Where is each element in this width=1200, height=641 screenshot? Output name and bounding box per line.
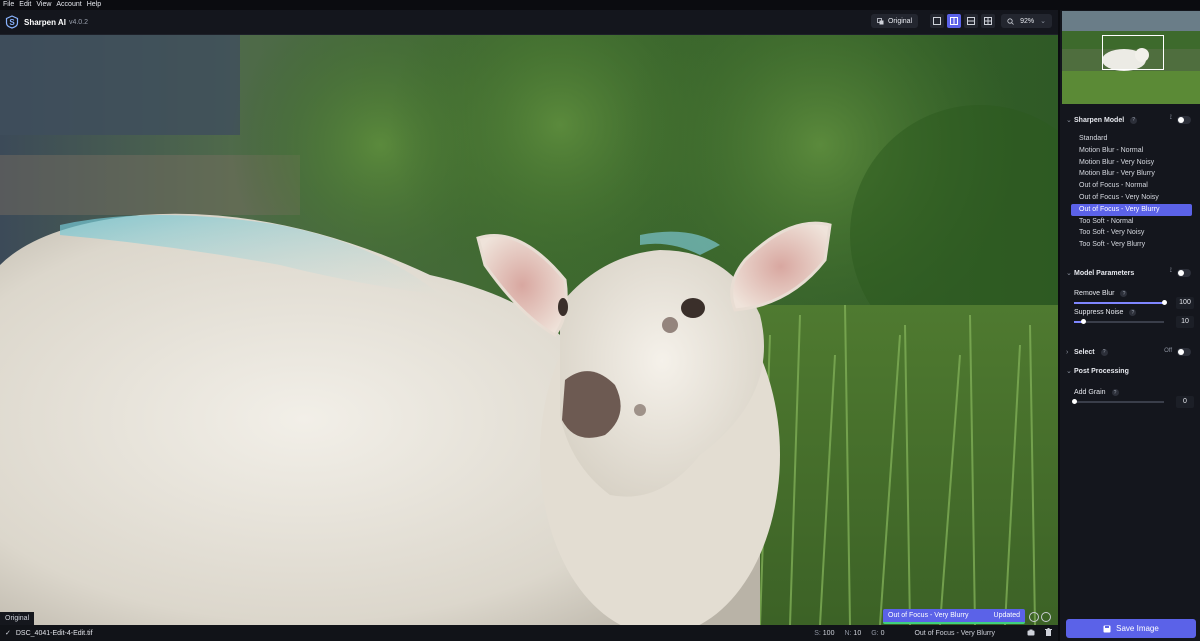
status-state: Updated bbox=[993, 612, 1020, 619]
preview-status-chip: Out of Focus - Very Blurry Updated bbox=[883, 609, 1025, 624]
sharpen-model-toggle[interactable] bbox=[1177, 116, 1191, 124]
model-parameters-header[interactable]: ⌄ Model Parameters ⟟ bbox=[1066, 267, 1194, 279]
original-button-label: Original bbox=[887, 17, 913, 25]
menu-file[interactable]: File bbox=[3, 0, 19, 10]
select-state: Off bbox=[1164, 348, 1172, 354]
model-option-out-of-focus-very-blurry[interactable]: Out of Focus - Very Blurry bbox=[1071, 203, 1192, 216]
bottom-model: Out of Focus - Very Blurry bbox=[914, 629, 995, 637]
side-by-side-icon bbox=[967, 17, 976, 25]
model-option-motion-blur-normal[interactable]: Motion Blur - Normal bbox=[1071, 145, 1192, 157]
model-option-too-soft-very-blurry[interactable]: Too Soft - Very Blurry bbox=[1071, 239, 1192, 251]
pin-icon[interactable]: ⟟ bbox=[1170, 115, 1172, 122]
menu-help[interactable]: Help bbox=[87, 0, 106, 10]
compare-icon bbox=[877, 17, 884, 24]
help-icon[interactable]: ? bbox=[1100, 348, 1108, 356]
menu-bar: File Edit View Account Help bbox=[0, 0, 1200, 10]
file-name: DSC_4041-Edit-4-Edit.tif bbox=[15, 629, 93, 637]
remove-blur-slider[interactable] bbox=[1074, 300, 1167, 305]
toolbar: S Sharpen AI v4.0.2 Original 92% ⌄ bbox=[0, 10, 1058, 35]
split-view-button[interactable] bbox=[947, 14, 962, 28]
quad-view-icon bbox=[984, 17, 993, 25]
select-header[interactable]: › Select ? Off bbox=[1066, 346, 1194, 358]
zoom-icon bbox=[1007, 17, 1014, 25]
chevron-down-icon: ⌄ bbox=[1066, 368, 1072, 375]
right-panel: ⌄ Sharpen Model ? ⟟ Standard Motion Blur… bbox=[1058, 10, 1200, 641]
model-option-motion-blur-very-noisy[interactable]: Motion Blur - Very Noisy bbox=[1071, 157, 1192, 169]
remove-blur-value[interactable]: 100 bbox=[1176, 297, 1194, 309]
side-by-side-button[interactable] bbox=[964, 14, 979, 28]
split-view-icon bbox=[950, 17, 959, 25]
original-tag: Original bbox=[0, 612, 35, 625]
chevron-right-icon: › bbox=[1066, 348, 1069, 356]
quad-view-button[interactable] bbox=[981, 14, 996, 28]
suppress-noise-value[interactable]: 10 bbox=[1176, 316, 1194, 328]
save-image-label: Save Image bbox=[1116, 624, 1159, 633]
suppress-noise-slider[interactable] bbox=[1074, 319, 1164, 324]
add-grain-slider[interactable] bbox=[1072, 399, 1164, 404]
sheep-photo bbox=[0, 35, 1058, 625]
sharpen-model-list: Standard Motion Blur - Normal Motion Blu… bbox=[1071, 133, 1192, 251]
remove-blur-label: Remove Blur bbox=[1074, 290, 1115, 297]
status-model: Out of Focus - Very Blurry bbox=[888, 612, 969, 619]
menu-edit[interactable]: Edit bbox=[19, 0, 36, 10]
neutral-face-icon[interactable] bbox=[1041, 612, 1051, 622]
save-icon bbox=[1103, 625, 1111, 632]
remove-blur-control: Remove Blur? 100 bbox=[1074, 290, 1194, 309]
original-button[interactable]: Original bbox=[870, 14, 919, 28]
app-title: Sharpen AI bbox=[24, 17, 66, 27]
sharpen-logo-icon: S bbox=[5, 15, 19, 29]
help-icon[interactable]: ? bbox=[1130, 116, 1138, 124]
model-option-out-of-focus-normal[interactable]: Out of Focus - Normal bbox=[1071, 180, 1192, 192]
post-processing-header[interactable]: ⌄ Post Processing bbox=[1066, 365, 1194, 377]
svg-text:S: S bbox=[9, 18, 15, 27]
sharpen-stat: S: 100 bbox=[814, 629, 835, 637]
add-grain-label: Add Grain bbox=[1074, 389, 1106, 396]
model-option-too-soft-very-noisy[interactable]: Too Soft - Very Noisy bbox=[1071, 227, 1192, 239]
navigator-thumbnail[interactable] bbox=[1062, 11, 1200, 104]
model-parameters-toggle[interactable] bbox=[1177, 269, 1191, 277]
single-view-icon bbox=[933, 17, 942, 25]
save-image-button[interactable]: Save Image bbox=[1066, 619, 1196, 638]
smile-icon[interactable] bbox=[1029, 612, 1039, 622]
help-icon[interactable]: ? bbox=[1111, 389, 1119, 396]
navigator-viewport-box[interactable] bbox=[1102, 35, 1164, 70]
menu-account[interactable]: Account bbox=[56, 0, 86, 10]
suppress-noise-label: Suppress Noise bbox=[1074, 309, 1124, 316]
chevron-down-icon: ⌄ bbox=[1066, 117, 1072, 124]
model-option-too-soft-normal[interactable]: Too Soft - Normal bbox=[1071, 216, 1192, 228]
status-bar: ✓ DSC_4041-Edit-4-Edit.tif S: 100 N: 10 … bbox=[0, 625, 1058, 641]
help-icon[interactable]: ? bbox=[1120, 290, 1128, 297]
trash-icon[interactable] bbox=[1045, 628, 1052, 638]
help-icon[interactable]: ? bbox=[1129, 309, 1137, 316]
app-version: v4.0.2 bbox=[68, 18, 89, 26]
suppress-noise-control: Suppress Noise? 10 bbox=[1074, 309, 1194, 328]
chevron-down-icon: ⌄ bbox=[1066, 270, 1072, 277]
add-grain-value[interactable]: 0 bbox=[1176, 396, 1194, 408]
pin-icon[interactable]: ⟟ bbox=[1170, 268, 1172, 275]
zoom-control[interactable]: 92% ⌄ bbox=[1001, 14, 1052, 28]
feedback-icons bbox=[1029, 612, 1051, 622]
chevron-down-icon: ⌄ bbox=[1040, 18, 1046, 25]
select-toggle[interactable] bbox=[1177, 348, 1191, 356]
model-option-out-of-focus-very-noisy[interactable]: Out of Focus - Very Noisy bbox=[1071, 192, 1192, 204]
model-option-motion-blur-very-blurry[interactable]: Motion Blur - Very Blurry bbox=[1071, 168, 1192, 180]
image-canvas[interactable]: Original Out of Focus - Very Blurry Upda… bbox=[0, 35, 1058, 625]
noise-stat: N: 10 bbox=[844, 629, 862, 637]
model-option-standard[interactable]: Standard bbox=[1071, 133, 1192, 145]
sharpen-model-header[interactable]: ⌄ Sharpen Model ? ⟟ bbox=[1066, 114, 1194, 126]
grain-stat: G: 0 bbox=[871, 629, 885, 637]
camera-icon[interactable] bbox=[1027, 629, 1035, 638]
zoom-value: 92% bbox=[1020, 17, 1035, 25]
menu-view[interactable]: View bbox=[36, 0, 56, 10]
single-view-button[interactable] bbox=[930, 14, 945, 28]
check-icon: ✓ bbox=[5, 630, 11, 637]
add-grain-control: Add Grain? 0 bbox=[1072, 389, 1194, 408]
